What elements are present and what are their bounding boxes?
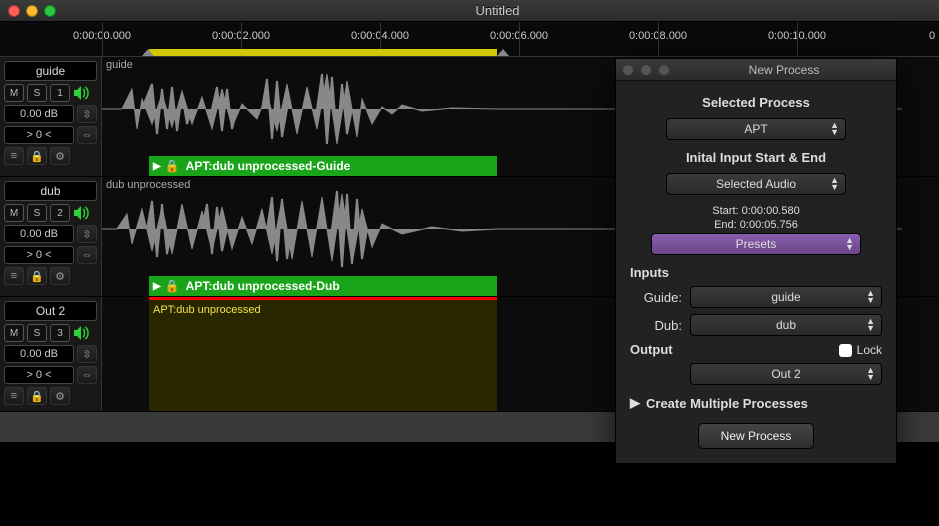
pan-field[interactable]: > 0 < [4,246,74,264]
dub-label: Dub: [630,318,682,333]
heading-output: Output [630,342,673,357]
pan-field[interactable]: > 0 < [4,126,74,144]
window-titlebar: Untitled [0,0,939,22]
new-process-panel: New Process Selected Process APT ▲▼ Init… [615,58,897,464]
chevron-updown-icon: ▲▼ [866,290,875,304]
selection-range[interactable] [149,49,497,56]
solo-button[interactable]: S [27,84,47,102]
panel-title: New Process [678,63,890,77]
process-bar[interactable]: ▶ 🔒 APT:dub unprocessed-Guide [149,156,497,176]
presets-dropdown[interactable]: Presets ▲▼ [651,233,861,255]
start-label: Start: 0:00:00.580 [630,205,882,217]
track-name[interactable]: guide [4,61,97,81]
gain-handle-icon[interactable]: ⇳ [77,105,97,123]
output-clip-label: APT:dub unprocessed [153,304,261,316]
new-process-button[interactable]: New Process [698,423,815,449]
process-bar[interactable]: ▶ 🔒 APT:dub unprocessed-Dub [149,276,497,296]
track-index[interactable]: 1 [50,84,70,102]
dub-dropdown[interactable]: dub▲▼ [690,314,882,336]
pan-handle-icon[interactable]: ⇔ [77,126,97,144]
pan-field[interactable]: > 0 < [4,366,74,384]
track-header: dub M S 2 0.00 dB⇳ > 0 <⇔ ≡🔒⚙ [0,177,102,296]
mute-button[interactable]: M [4,324,24,342]
panel-titlebar[interactable]: New Process [616,59,896,81]
speaker-icon[interactable] [73,204,91,222]
mute-button[interactable]: M [4,84,24,102]
ruler-tick: 0 [929,30,935,42]
chevron-updown-icon: ▲▼ [830,122,839,136]
minimize-icon[interactable] [26,5,38,17]
track-index[interactable]: 2 [50,204,70,222]
minimize-icon[interactable] [640,64,652,76]
track-header: guide M S 1 0.00 dB⇳ > 0 <⇔ ≡🔒⚙ [0,57,102,176]
play-icon[interactable]: ▶ [153,281,161,292]
output-clip[interactable]: APT:dub unprocessed [149,297,497,411]
chevron-updown-icon: ▲▼ [866,367,875,381]
chevron-updown-icon: ▲▼ [845,237,854,251]
window-title: Untitled [64,3,931,18]
track-header: Out 2 M S 3 0.00 dB⇳ > 0 <⇔ ≡🔒⚙ [0,297,102,411]
pan-handle-icon[interactable]: ⇔ [77,246,97,264]
gain-field[interactable]: 0.00 dB [4,345,74,363]
track-name[interactable]: dub [4,181,97,201]
gear-icon[interactable]: ⚙ [50,267,70,285]
close-icon[interactable] [622,64,634,76]
create-multiple-expander[interactable]: ▶ Create Multiple Processes [630,395,882,411]
checkbox-icon [839,344,852,357]
heading-inputs: Inputs [630,265,882,280]
solo-button[interactable]: S [27,204,47,222]
menu-icon[interactable]: ≡ [4,147,24,165]
gain-field[interactable]: 0.00 dB [4,225,74,243]
process-label: APT:dub unprocessed-Guide [186,159,351,173]
traffic-lights [8,5,56,17]
heading-input-range: Inital Input Start & End [630,150,882,165]
play-icon[interactable]: ▶ [153,161,161,172]
lock-icon[interactable]: 🔒 [27,147,47,165]
lock-icon[interactable]: 🔒 [27,387,47,405]
lock-icon[interactable]: 🔒 [27,267,47,285]
speaker-icon[interactable] [73,84,91,102]
timeline-ruler[interactable]: 0:00:00.000 0:00:02.000 0:00:04.000 0:00… [0,22,939,57]
solo-button[interactable]: S [27,324,47,342]
end-label: End: 0:00:05.756 [630,219,882,231]
zoom-icon[interactable] [658,64,670,76]
chevron-right-icon: ▶ [630,395,640,411]
menu-icon[interactable]: ≡ [4,387,24,405]
chevron-updown-icon: ▲▼ [866,318,875,332]
track-name[interactable]: Out 2 [4,301,97,321]
zoom-icon[interactable] [44,5,56,17]
gear-icon[interactable]: ⚙ [50,387,70,405]
track-index[interactable]: 3 [50,324,70,342]
range-start-handle[interactable] [142,49,154,56]
gain-handle-icon[interactable]: ⇳ [77,225,97,243]
range-dropdown[interactable]: Selected Audio ▲▼ [666,173,846,195]
mute-button[interactable]: M [4,204,24,222]
lock-icon: 🔒 [165,279,180,293]
guide-label: Guide: [630,290,682,305]
guide-dropdown[interactable]: guide▲▼ [690,286,882,308]
range-end-handle[interactable] [497,49,509,56]
pan-handle-icon[interactable]: ⇔ [77,366,97,384]
output-dropdown[interactable]: Out 2▲▼ [690,363,882,385]
heading-selected-process: Selected Process [630,95,882,110]
process-label: APT:dub unprocessed-Dub [186,279,340,293]
chevron-updown-icon: ▲▼ [830,177,839,191]
speaker-icon[interactable] [73,324,91,342]
gain-handle-icon[interactable]: ⇳ [77,345,97,363]
process-dropdown[interactable]: APT ▲▼ [666,118,846,140]
gear-icon[interactable]: ⚙ [50,147,70,165]
close-icon[interactable] [8,5,20,17]
lock-icon: 🔒 [165,159,180,173]
lock-checkbox[interactable]: Lock [839,342,882,357]
gain-field[interactable]: 0.00 dB [4,105,74,123]
menu-icon[interactable]: ≡ [4,267,24,285]
